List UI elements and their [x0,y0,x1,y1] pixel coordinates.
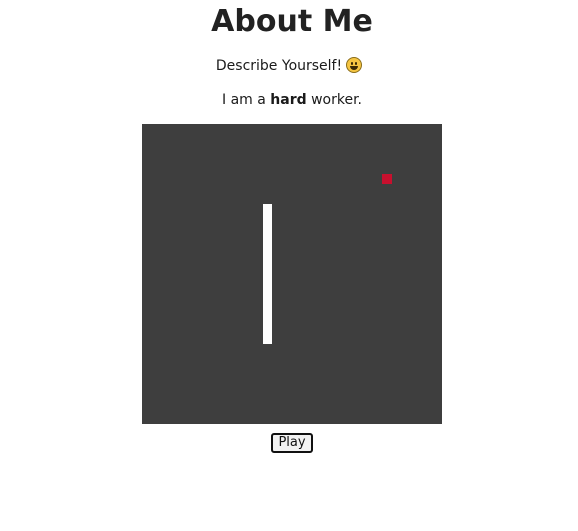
description-bold: hard [270,92,307,108]
play-button[interactable]: Play [271,433,313,453]
smiley-face-icon [346,57,363,73]
game-canvas-svg [263,174,392,344]
description-suffix: worker. [306,92,362,108]
game-canvas[interactable] [142,124,442,424]
subtitle: Describe Yourself! [0,56,578,76]
description-prefix: I am a [222,92,271,108]
paddle [263,204,272,344]
page: About Me Describe Yourself! I am a hard … [0,0,578,531]
page-title: About Me [211,4,373,39]
description: I am a hard worker. [0,90,578,110]
subtitle-text: Describe Yourself! [215,58,343,74]
ball [382,174,392,184]
